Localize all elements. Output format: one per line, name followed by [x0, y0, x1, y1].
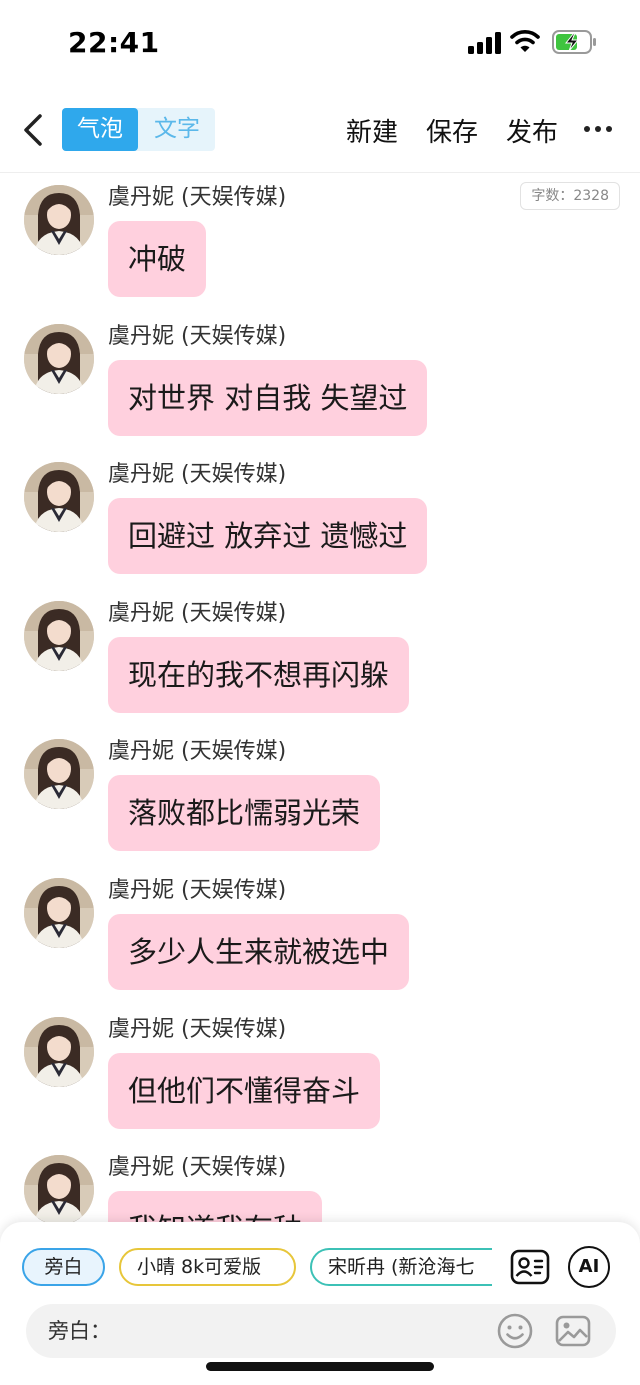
message-bubble[interactable]: 对世界 对自我 失望过 — [108, 359, 428, 436]
battery-icon — [552, 30, 596, 54]
message-input-bar: 旁白： — [26, 1304, 616, 1358]
message-row[interactable]: 虞丹妮 (天娱传媒) 现在的我不想再闪躲 — [0, 589, 640, 727]
tab-bubble[interactable]: 气泡 — [62, 108, 138, 151]
message-row[interactable]: 虞丹妮 (天娱传媒) 冲破 — [0, 173, 640, 311]
message-input[interactable] — [116, 1312, 496, 1350]
sender-name: 虞丹妮 (天娱传媒) — [108, 739, 287, 765]
message-bubble[interactable]: 现在的我不想再闪躲 — [108, 636, 410, 713]
chevron-left-icon[interactable] — [14, 108, 54, 152]
role-chip-narration[interactable]: 旁白 — [22, 1248, 105, 1286]
wifi-icon — [510, 30, 540, 52]
input-role-label: 旁白： — [48, 1319, 111, 1343]
message-row[interactable]: 虞丹妮 (天娱传媒) 多少人生来就被选中 — [0, 866, 640, 1004]
new-button[interactable]: 新建 — [346, 112, 398, 149]
message-bubble[interactable]: 我知道我有种 — [108, 1191, 323, 1223]
home-indicator — [206, 1362, 434, 1371]
avatar[interactable] — [24, 462, 94, 533]
sender-name: 虞丹妮 (天娱传媒) — [108, 600, 287, 626]
avatar[interactable] — [24, 1016, 94, 1087]
editor-header: 气泡 文字 新建 保存 发布 — [0, 96, 640, 166]
composer-panel: 旁白 小晴 8k可爱版 宋昕冉 (新沧海七 AI 旁白： — [0, 1222, 640, 1385]
emoji-icon[interactable] — [496, 1312, 534, 1350]
message-bubble[interactable]: 落败都比懦弱光荣 — [108, 775, 381, 852]
avatar[interactable] — [24, 323, 94, 394]
message-row[interactable]: 虞丹妮 (天娱传媒) 但他们不懂得奋斗 — [0, 1005, 640, 1143]
avatar[interactable] — [24, 185, 94, 255]
message-row[interactable]: 虞丹妮 (天娱传媒) 对世界 对自我 失望过 — [0, 312, 640, 450]
status-bar: 22:41 — [0, 0, 640, 80]
message-bubble[interactable]: 但他们不懂得奋斗 — [108, 1052, 381, 1129]
avatar[interactable] — [24, 739, 94, 810]
image-icon[interactable] — [554, 1312, 592, 1350]
message-bubble[interactable]: 回避过 放弃过 遗憾过 — [108, 498, 428, 575]
sender-name: 虞丹妮 (天娱传媒) — [108, 185, 287, 210]
message-row[interactable]: 虞丹妮 (天娱传媒) 落败都比懦弱光荣 — [0, 727, 640, 865]
message-bubble[interactable]: 冲破 — [108, 221, 207, 297]
status-time: 22:41 — [68, 26, 160, 59]
message-bubble[interactable]: 多少人生来就被选中 — [108, 914, 410, 990]
sender-name: 虞丹妮 (天娱传媒) — [108, 878, 287, 903]
sender-name: 虞丹妮 (天娱传媒) — [108, 1016, 287, 1042]
role-chip-song[interactable]: 宋昕冉 (新沧海七 — [310, 1248, 492, 1286]
role-chip-xiaoqing[interactable]: 小晴 8k可爱版 — [119, 1248, 296, 1286]
ai-assistant-button[interactable]: AI — [568, 1246, 610, 1288]
mode-segmented-control: 气泡 文字 — [62, 108, 215, 151]
sender-name: 虞丹妮 (天娱传媒) — [108, 1155, 287, 1181]
message-row[interactable]: 虞丹妮 (天娱传媒) 我知道我有种 — [0, 1143, 640, 1223]
sender-name: 虞丹妮 (天娱传媒) — [108, 323, 287, 349]
avatar[interactable] — [24, 878, 94, 948]
publish-button[interactable]: 发布 — [506, 112, 558, 149]
sender-name: 虞丹妮 (天娱传媒) — [108, 462, 287, 488]
signal-icon — [468, 32, 502, 54]
more-horizontal-icon[interactable] — [584, 126, 614, 134]
character-card-icon[interactable] — [509, 1246, 551, 1288]
avatar[interactable] — [24, 1155, 94, 1223]
message-row[interactable]: 虞丹妮 (天娱传媒) 回避过 放弃过 遗憾过 — [0, 450, 640, 588]
chat-area[interactable]: 字数：2328 虞丹妮 (天娱传媒) 冲破 虞丹妮 (天娱传媒) 对世界 对自我 失望… — [0, 173, 640, 1223]
save-button[interactable]: 保存 — [426, 112, 478, 149]
avatar[interactable] — [24, 600, 94, 671]
tab-text[interactable]: 文字 — [139, 108, 215, 151]
